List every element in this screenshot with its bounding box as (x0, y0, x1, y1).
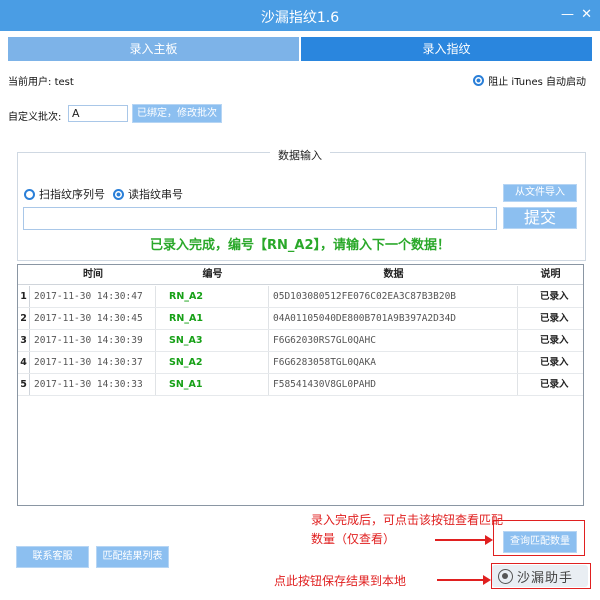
query-button-highlight (493, 520, 585, 556)
row-note: 已录入 (540, 335, 569, 346)
row-note: 已录入 (540, 313, 569, 324)
header-code: 编号 (202, 269, 223, 280)
row-code: RN_A1 (156, 308, 269, 329)
current-user: 当前用户: test (8, 73, 74, 88)
itunes-option[interactable]: 阻止 iTunes 自动启动 (473, 73, 586, 88)
close-button[interactable]: ✕ (581, 7, 592, 22)
title-bar: 沙漏指纹1.6 — ✕ (0, 0, 600, 31)
save-hint: 点此按钮保存结果到本地 (274, 574, 407, 588)
table-row[interactable]: 5 2017-11-30 14:30:33 SN_A1 F58541430V8G… (18, 374, 583, 396)
current-user-value: test (54, 77, 74, 88)
radio-scan-label[interactable]: 扫指纹序列号 (39, 186, 105, 202)
row-index: 3 (18, 330, 30, 351)
match-results-list-button[interactable]: 匹配结果列表 (96, 546, 169, 568)
row-time: 2017-11-30 14:30:33 (30, 374, 156, 395)
current-user-label: 当前用户: (8, 77, 52, 88)
row-index: 4 (18, 352, 30, 373)
records-table: 时间 编号 数据 说明 1 2017-11-30 14:30:47 RN_A2 … (17, 264, 584, 506)
window-title: 沙漏指纹1.6 (260, 10, 340, 26)
tab-fingerprint[interactable]: 录入指纹 (301, 37, 592, 61)
query-hint-line1: 录入完成后，可点击该按钮查看匹配 (311, 513, 504, 527)
row-index: 5 (18, 374, 30, 395)
import-file-button[interactable]: 从文件导入 (503, 184, 577, 202)
table-row[interactable]: 1 2017-11-30 14:30:47 RN_A2 05D103080512… (18, 286, 583, 308)
row-code: SN_A1 (156, 374, 269, 395)
query-hint-line2: 数量（仅查看） (311, 532, 396, 546)
table-header: 时间 编号 数据 说明 (18, 265, 583, 285)
row-data: F58541430V8GL0PAHD (269, 374, 518, 395)
row-code: RN_A2 (156, 286, 269, 307)
row-code: SN_A3 (156, 330, 269, 351)
row-index: 2 (18, 308, 30, 329)
status-message: 已录入完成，编号【RN_A2】，请输入下一个数据！ (150, 238, 450, 253)
row-time: 2017-11-30 14:30:37 (30, 352, 156, 373)
save-hint-arrow (437, 575, 491, 585)
row-time: 2017-11-30 14:30:47 (30, 286, 156, 307)
submit-button[interactable]: 提交 (503, 207, 577, 229)
header-time: 时间 (83, 269, 103, 280)
row-index: 1 (18, 286, 30, 307)
minimize-button[interactable]: — (561, 7, 574, 22)
modify-batch-button[interactable]: 已绑定，修改批次 (132, 104, 222, 123)
scan-radio-icon[interactable] (24, 188, 35, 200)
table-row[interactable]: 4 2017-11-30 14:30:37 SN_A2 F6G6283058TG… (18, 352, 583, 374)
row-time: 2017-11-30 14:30:45 (30, 308, 156, 329)
table-row[interactable]: 2 2017-11-30 14:30:45 RN_A1 04A01105040D… (18, 308, 583, 330)
row-code: SN_A2 (156, 352, 269, 373)
query-hint-arrow (435, 535, 493, 545)
contact-support-button[interactable]: 联系客服 (16, 546, 89, 568)
row-data: F6G6283058TGL0QAKA (269, 352, 518, 373)
row-note: 已录入 (540, 291, 569, 302)
table-row[interactable]: 3 2017-11-30 14:30:39 SN_A3 F6G62030RS7G… (18, 330, 583, 352)
itunes-option-label: 阻止 iTunes 自动启动 (488, 77, 586, 88)
tab-mainboard[interactable]: 录入主板 (8, 37, 299, 61)
row-data: F6G62030RS7GL0QAHC (269, 330, 518, 351)
data-input-title: 数据输入 (270, 149, 330, 162)
input-mode-radios: 扫指纹序列号 读指纹串号 (24, 186, 183, 202)
header-note: 说明 (540, 269, 561, 280)
row-data: 05D103080512FE076C02EA3C87B3B20B (269, 286, 518, 307)
itunes-radio-icon[interactable] (473, 75, 485, 86)
save-button-highlight (491, 563, 591, 589)
row-time: 2017-11-30 14:30:39 (30, 330, 156, 351)
batch-input[interactable]: A (68, 105, 128, 122)
row-data: 04A01105040DE800B701A9B397A2D34D (269, 308, 518, 329)
header-data: 数据 (383, 269, 404, 280)
radio-read-label[interactable]: 读指纹串号 (128, 186, 183, 202)
batch-label: 自定义批次: (8, 112, 62, 123)
row-note: 已录入 (540, 379, 569, 390)
row-note: 已录入 (540, 357, 569, 368)
data-input-field[interactable] (23, 207, 497, 230)
read-radio-icon[interactable] (113, 188, 124, 200)
